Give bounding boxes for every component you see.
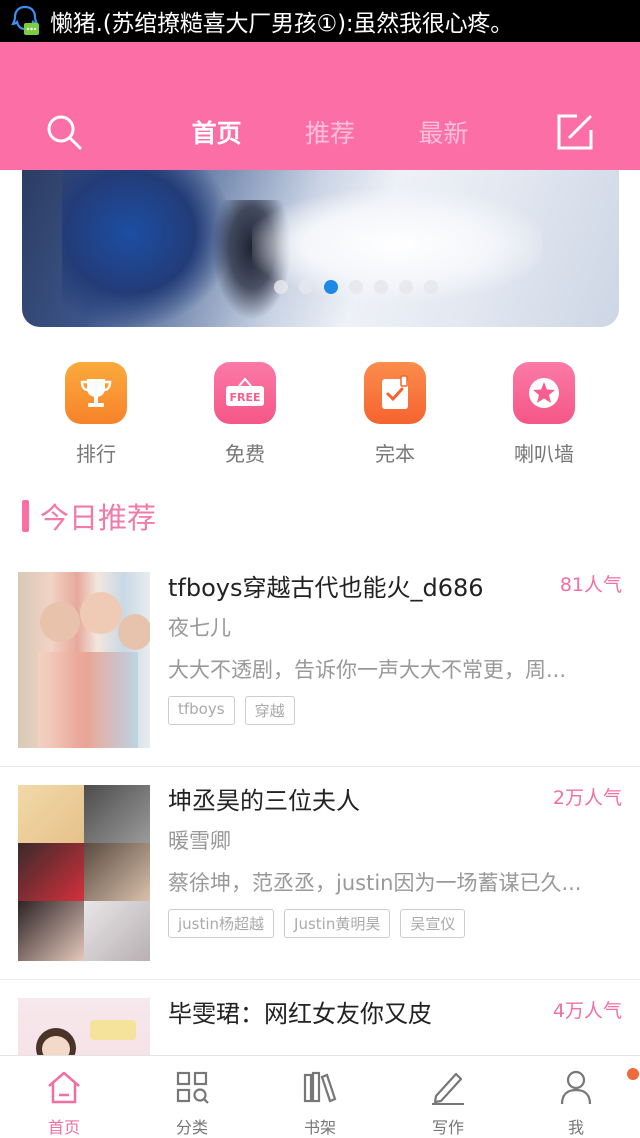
book-popularity: 2万人气 (552, 787, 622, 809)
trophy-icon (65, 362, 127, 424)
book-description: 大大不透剧，告诉你一声大大不常更，周... (168, 658, 567, 682)
carousel-dot[interactable] (374, 280, 388, 294)
section-accent-bar (22, 500, 29, 532)
nav-me-label: 我 (567, 1118, 584, 1137)
notification-dot (627, 1068, 639, 1080)
free-sign-icon: FREE (214, 362, 276, 424)
book-title[interactable]: 坤丞昊的三位夫人 (168, 781, 360, 816)
book-tag[interactable]: justin杨超越 (168, 909, 275, 938)
app-header: 首页 推荐 最新 (0, 42, 640, 170)
nav-me[interactable]: 我 (512, 1056, 640, 1138)
completed-label: 完本 (375, 442, 415, 466)
nav-write-label: 写作 (431, 1118, 464, 1137)
book-tag[interactable]: tfboys (168, 696, 235, 725)
tab-latest[interactable]: 最新 (387, 114, 500, 154)
carousel-dot[interactable] (299, 280, 313, 294)
book-title[interactable]: tfboys穿越古代也能火_d686 (168, 568, 484, 603)
banner-figure-left (62, 170, 232, 327)
carousel-dots (274, 280, 438, 294)
svg-text:FREE: FREE (229, 391, 260, 404)
tab-recommend[interactable]: 推荐 (273, 114, 386, 154)
header-tabs: 首页 推荐 最新 (160, 114, 500, 154)
book-author: 暖雪卿 (168, 829, 231, 853)
book-cover[interactable] (18, 998, 150, 1055)
book-tag[interactable]: 穿越 (244, 696, 295, 725)
carousel-dot[interactable] (399, 280, 413, 294)
bookshelf-icon (256, 1065, 384, 1109)
book-cover[interactable] (18, 572, 150, 748)
notification-text[interactable]: 懒猪.(苏绾撩糙喜大厂男孩①):虽然我很心疼。 (50, 4, 635, 38)
book-tags: tfboys 穿越 (168, 696, 295, 725)
book-author: 夜七儿 (168, 616, 231, 640)
ranking-entry[interactable]: 排行 (41, 362, 151, 467)
tab-home[interactable]: 首页 (160, 114, 273, 154)
edit-icon[interactable] (555, 112, 595, 152)
section-title: 今日推荐 (40, 501, 157, 535)
quick-entries: 排行 FREE 免费 完本 喇叭墙 (0, 362, 640, 472)
nav-category-label: 分类 (175, 1118, 208, 1137)
carousel-dot[interactable] (424, 280, 438, 294)
category-icon (128, 1065, 256, 1109)
nav-home-label: 首页 (47, 1118, 80, 1137)
carousel-dot[interactable] (349, 280, 363, 294)
book-item[interactable]: 坤丞昊的三位夫人 2万人气 暖雪卿 蔡徐坤，范丞丞，justin因为一场蓄谋已久… (0, 767, 640, 979)
book-item[interactable]: 毕雯珺：网红女友你又皮 4万人气 (0, 980, 640, 1055)
status-bar: 懒猪.(苏绾撩糙喜大厂男孩①):虽然我很心疼。 (0, 0, 640, 42)
book-tag[interactable]: Justin黄明昊 (284, 909, 391, 938)
book-item[interactable]: tfboys穿越古代也能火_d686 81人气 夜七儿 大大不透剧，告诉你一声大… (0, 554, 640, 766)
user-icon (512, 1065, 640, 1109)
search-icon[interactable] (44, 112, 84, 152)
book-popularity: 4万人气 (552, 1000, 622, 1022)
free-label: 免费 (225, 442, 265, 466)
book-tags: justin杨超越 Justin黄明昊 吴宣仪 (168, 909, 466, 938)
free-entry[interactable]: FREE 免费 (190, 362, 300, 467)
book-description: 蔡徐坤，范丞丞，justin因为一场蓄谋已久... (168, 871, 582, 895)
banner-carousel[interactable] (22, 170, 619, 327)
nav-home[interactable]: 首页 (0, 1056, 128, 1138)
home-icon (0, 1065, 128, 1109)
nav-bookshelf[interactable]: 书架 (256, 1056, 384, 1138)
nav-category[interactable]: 分类 (128, 1056, 256, 1138)
pencil-icon (384, 1065, 512, 1109)
horn-wall-label: 喇叭墙 (514, 442, 574, 466)
checklist-icon (364, 362, 426, 424)
horn-wall-entry[interactable]: 喇叭墙 (489, 362, 599, 467)
section-header: 今日推荐 (22, 497, 156, 535)
qq-message-icon[interactable] (0, 0, 50, 42)
book-tag[interactable]: 吴宣仪 (400, 909, 466, 938)
carousel-dot[interactable] (274, 280, 288, 294)
completed-entry[interactable]: 完本 (340, 362, 450, 467)
star-icon (513, 362, 575, 424)
bottom-nav: 首页 分类 书架 写作 我 (0, 1055, 640, 1138)
book-title[interactable]: 毕雯珺：网红女友你又皮 (168, 994, 432, 1029)
book-cover[interactable] (18, 785, 150, 961)
carousel-dot[interactable] (324, 280, 338, 294)
nav-write[interactable]: 写作 (384, 1056, 512, 1138)
nav-bookshelf-label: 书架 (303, 1118, 336, 1137)
ranking-label: 排行 (76, 442, 116, 466)
book-popularity: 81人气 (559, 574, 622, 596)
